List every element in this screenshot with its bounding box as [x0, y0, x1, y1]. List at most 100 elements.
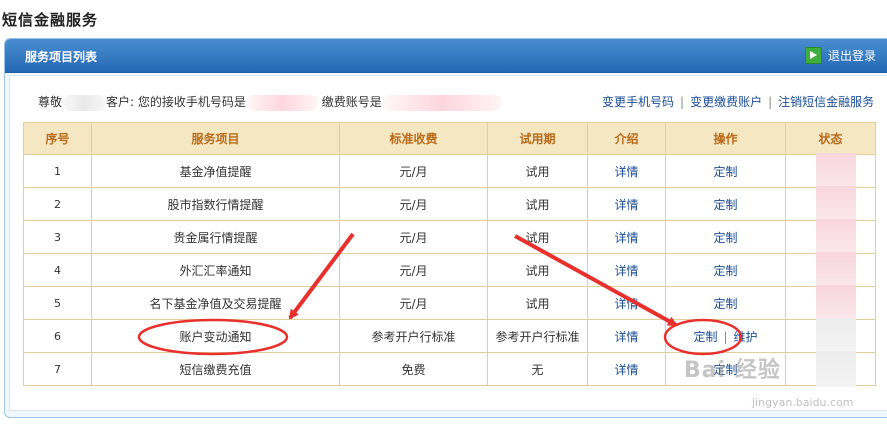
status-cell	[785, 318, 876, 354]
account-label: 缴费账号是	[321, 95, 382, 109]
redacted-status	[816, 252, 856, 288]
table-row: 2 股市指数行情提醒 元/月 试用 详情 定制	[23, 186, 876, 222]
service-trial: 参考开户行标准	[487, 319, 588, 353]
row-number: 3	[23, 220, 92, 254]
action-cell: 定制	[665, 253, 786, 287]
details-link[interactable]: 详情	[614, 231, 638, 245]
column-header-fee: 标准收费	[339, 122, 488, 155]
service-name: 基金净值提醒	[91, 154, 340, 188]
action-cell: 定制	[665, 286, 786, 320]
service-fee: 元/月	[339, 253, 488, 287]
column-header-action: 操作	[665, 122, 786, 155]
service-trial: 试用	[487, 286, 588, 320]
service-fee: 元/月	[339, 220, 488, 254]
details-link[interactable]: 详情	[614, 330, 638, 344]
customer-phone-label: 客户: 您的接收手机号码是	[106, 95, 246, 109]
subscribe-link[interactable]: 定制	[713, 198, 737, 212]
logout-label: 退出登录	[828, 49, 877, 63]
link-separator: |	[680, 95, 685, 109]
column-header-number: 序号	[23, 122, 92, 155]
action-cell: 定制	[665, 187, 786, 221]
page-title: 短信金融服务	[2, 11, 99, 29]
panel-title: 服务项目列表	[25, 50, 98, 64]
column-header-trial: 试用期	[487, 122, 588, 155]
service-name: 短信缴费充值	[91, 352, 340, 386]
exit-arrow-icon	[805, 47, 822, 64]
change-phone-link[interactable]: 变更手机号码	[602, 95, 674, 109]
action-cell: 定制	[665, 220, 786, 254]
redacted-status	[816, 153, 856, 189]
row-number: 1	[23, 154, 92, 188]
subscribe-link[interactable]: 定制	[713, 264, 737, 278]
service-trial: 无	[487, 352, 588, 386]
intro-cell: 详情	[587, 187, 666, 221]
details-link[interactable]: 详情	[614, 297, 638, 311]
account-info: 尊敬 客户: 您的接收手机号码是 缴费账号是	[38, 93, 502, 111]
greeting-text: 尊敬	[38, 95, 63, 109]
details-link[interactable]: 详情	[614, 165, 638, 179]
table-row: 1 基金净值提醒 元/月 试用 详情 定制	[23, 153, 876, 189]
row-number: 2	[23, 187, 92, 221]
service-fee: 元/月	[339, 187, 488, 221]
redacted-status	[816, 285, 856, 321]
service-trial: 试用	[487, 187, 588, 221]
subscribe-link[interactable]: 定制	[693, 330, 717, 344]
account-links: 变更手机号码 | 变更缴费账户 | 注销短信金融服务	[602, 93, 874, 110]
table-row: 3 贵金属行情提醒 元/月 试用 详情 定制	[23, 219, 876, 255]
subscribe-link[interactable]: 定制	[713, 231, 737, 245]
subscribe-link[interactable]: 定制	[713, 165, 737, 179]
intro-cell: 详情	[587, 220, 666, 254]
action-cell: 定制	[665, 154, 786, 188]
service-table: 序号 服务项目 标准收费 试用期 介绍 操作 状态 1 基金净值提醒 元/月 试…	[23, 122, 876, 387]
status-cell	[785, 285, 876, 321]
intro-cell: 详情	[587, 286, 666, 320]
intro-cell: 详情	[587, 319, 666, 353]
service-trial: 试用	[487, 220, 588, 254]
redacted-status	[816, 219, 856, 255]
service-name: 股市指数行情提醒	[91, 187, 340, 221]
details-link[interactable]: 详情	[614, 363, 638, 377]
watermark-url: jingyan.baidu.com	[752, 396, 854, 409]
row-number: 5	[23, 286, 92, 320]
change-account-link[interactable]: 变更缴费账户	[690, 95, 762, 109]
service-name: 账户变动通知	[91, 319, 340, 353]
cancel-service-link[interactable]: 注销短信金融服务	[778, 95, 874, 109]
panel-header: 服务项目列表 退出登录	[5, 39, 887, 73]
service-fee: 元/月	[339, 154, 488, 188]
service-name: 名下基金净值及交易提醒	[91, 286, 340, 320]
link-separator: |	[723, 329, 728, 344]
redacted-phone	[245, 94, 318, 111]
column-header-item: 服务项目	[91, 122, 340, 155]
details-link[interactable]: 详情	[614, 198, 638, 212]
column-header-intro: 介绍	[587, 122, 666, 155]
status-cell	[785, 153, 876, 189]
redacted-status	[816, 351, 856, 387]
maintain-link[interactable]: 维护	[734, 330, 758, 344]
action-cell: 定制 | 维护	[665, 319, 786, 353]
table-row: 4 外汇汇率通知 元/月 试用 详情 定制	[23, 252, 876, 288]
service-name: 贵金属行情提醒	[91, 220, 340, 254]
intro-cell: 详情	[587, 154, 666, 188]
service-fee: 免费	[339, 352, 488, 386]
service-fee: 元/月	[339, 286, 488, 320]
logout-button[interactable]: 退出登录	[805, 47, 876, 64]
intro-cell: 详情	[587, 352, 666, 386]
redacted-status	[816, 318, 856, 354]
subscribe-link[interactable]: 定制	[713, 297, 737, 311]
table-row: 6 账户变动通知 参考开户行标准 参考开户行标准 详情 定制 | 维护	[23, 318, 876, 354]
status-cell	[785, 219, 876, 255]
redacted-account	[381, 94, 502, 111]
service-trial: 试用	[487, 253, 588, 287]
details-link[interactable]: 详情	[614, 264, 638, 278]
redacted-name	[62, 94, 107, 111]
service-fee: 参考开户行标准	[339, 319, 488, 353]
table-header-row: 序号 服务项目 标准收费 试用期 介绍 操作 状态	[23, 122, 876, 155]
intro-cell: 详情	[587, 253, 666, 287]
column-header-status: 状态	[785, 122, 876, 155]
watermark-logo: Bai 经验	[684, 358, 781, 383]
status-cell	[785, 186, 876, 222]
service-name: 外汇汇率通知	[91, 253, 340, 287]
status-cell	[785, 351, 876, 387]
status-cell	[785, 252, 876, 288]
row-number: 7	[23, 352, 92, 386]
